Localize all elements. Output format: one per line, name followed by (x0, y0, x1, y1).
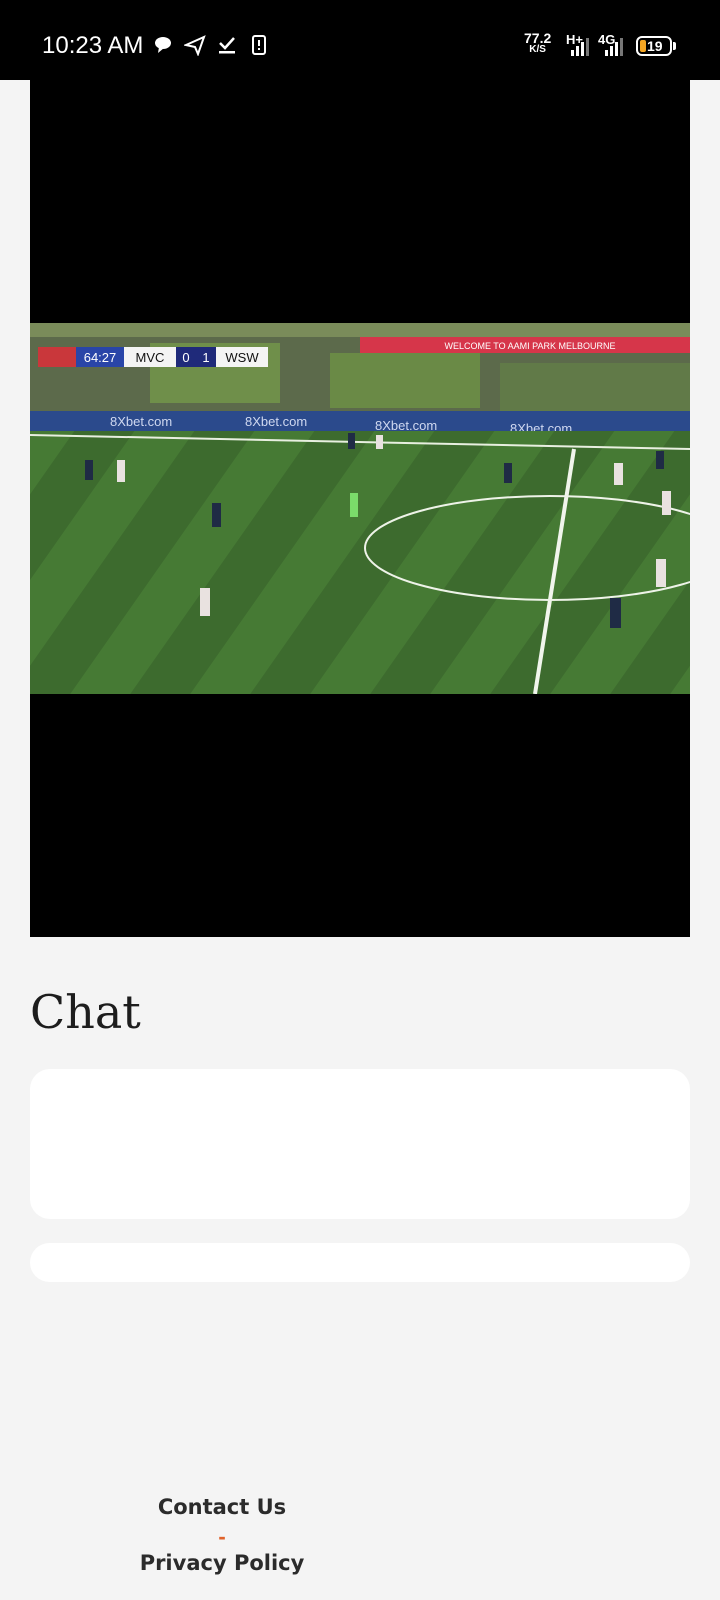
footer-separator: - (218, 1524, 226, 1549)
home-team: MVC (136, 350, 165, 365)
away-score: 1 (202, 350, 209, 365)
chat-input[interactable] (30, 1243, 690, 1282)
video-player[interactable]: WELCOME TO AAMI PARK MELBOURNE 8Xbet.com… (30, 80, 690, 937)
signal-icon-2 (605, 38, 623, 56)
network-speed-value: 77.2 (524, 30, 552, 46)
match-clock: 64:27 (84, 350, 117, 365)
video-frame[interactable]: WELCOME TO AAMI PARK MELBOURNE 8Xbet.com… (30, 323, 690, 694)
home-score: 0 (182, 350, 189, 365)
ad-board-1: 8Xbet.com (110, 414, 172, 429)
contact-us-link[interactable]: Contact Us (0, 1495, 444, 1519)
battery-icon: 19 (636, 36, 672, 56)
ad-board-2: 8Xbet.com (245, 414, 307, 429)
battery-level: 19 (647, 38, 663, 54)
match-video-image: WELCOME TO AAMI PARK MELBOURNE 8Xbet.com… (30, 323, 690, 694)
phone-alert-icon (252, 35, 266, 55)
chat-messages-panel[interactable] (30, 1069, 690, 1219)
privacy-policy-link[interactable]: Privacy Policy (0, 1551, 444, 1575)
notification-icons (152, 34, 270, 56)
away-team: WSW (225, 350, 259, 365)
footer: Contact Us - Privacy Policy (0, 1495, 444, 1575)
chat-bubble-icon (155, 37, 171, 53)
signal-icon (571, 38, 589, 56)
status-time: 10:23 AM (42, 32, 144, 59)
send-icon (184, 35, 206, 56)
ad-board-3: 8Xbet.com (375, 418, 437, 433)
status-bar: 10:23 AM 77.2 K/S H+ 4G 19 (0, 0, 720, 80)
scoreboard: 64:27 MVC 0 1 WSW (38, 347, 268, 367)
stadium-banner: WELCOME TO AAMI PARK MELBOURNE (444, 341, 615, 351)
chat-heading: Chat (30, 985, 141, 1039)
download-done-icon (219, 37, 235, 54)
network-speed: 77.2 K/S (524, 30, 552, 56)
